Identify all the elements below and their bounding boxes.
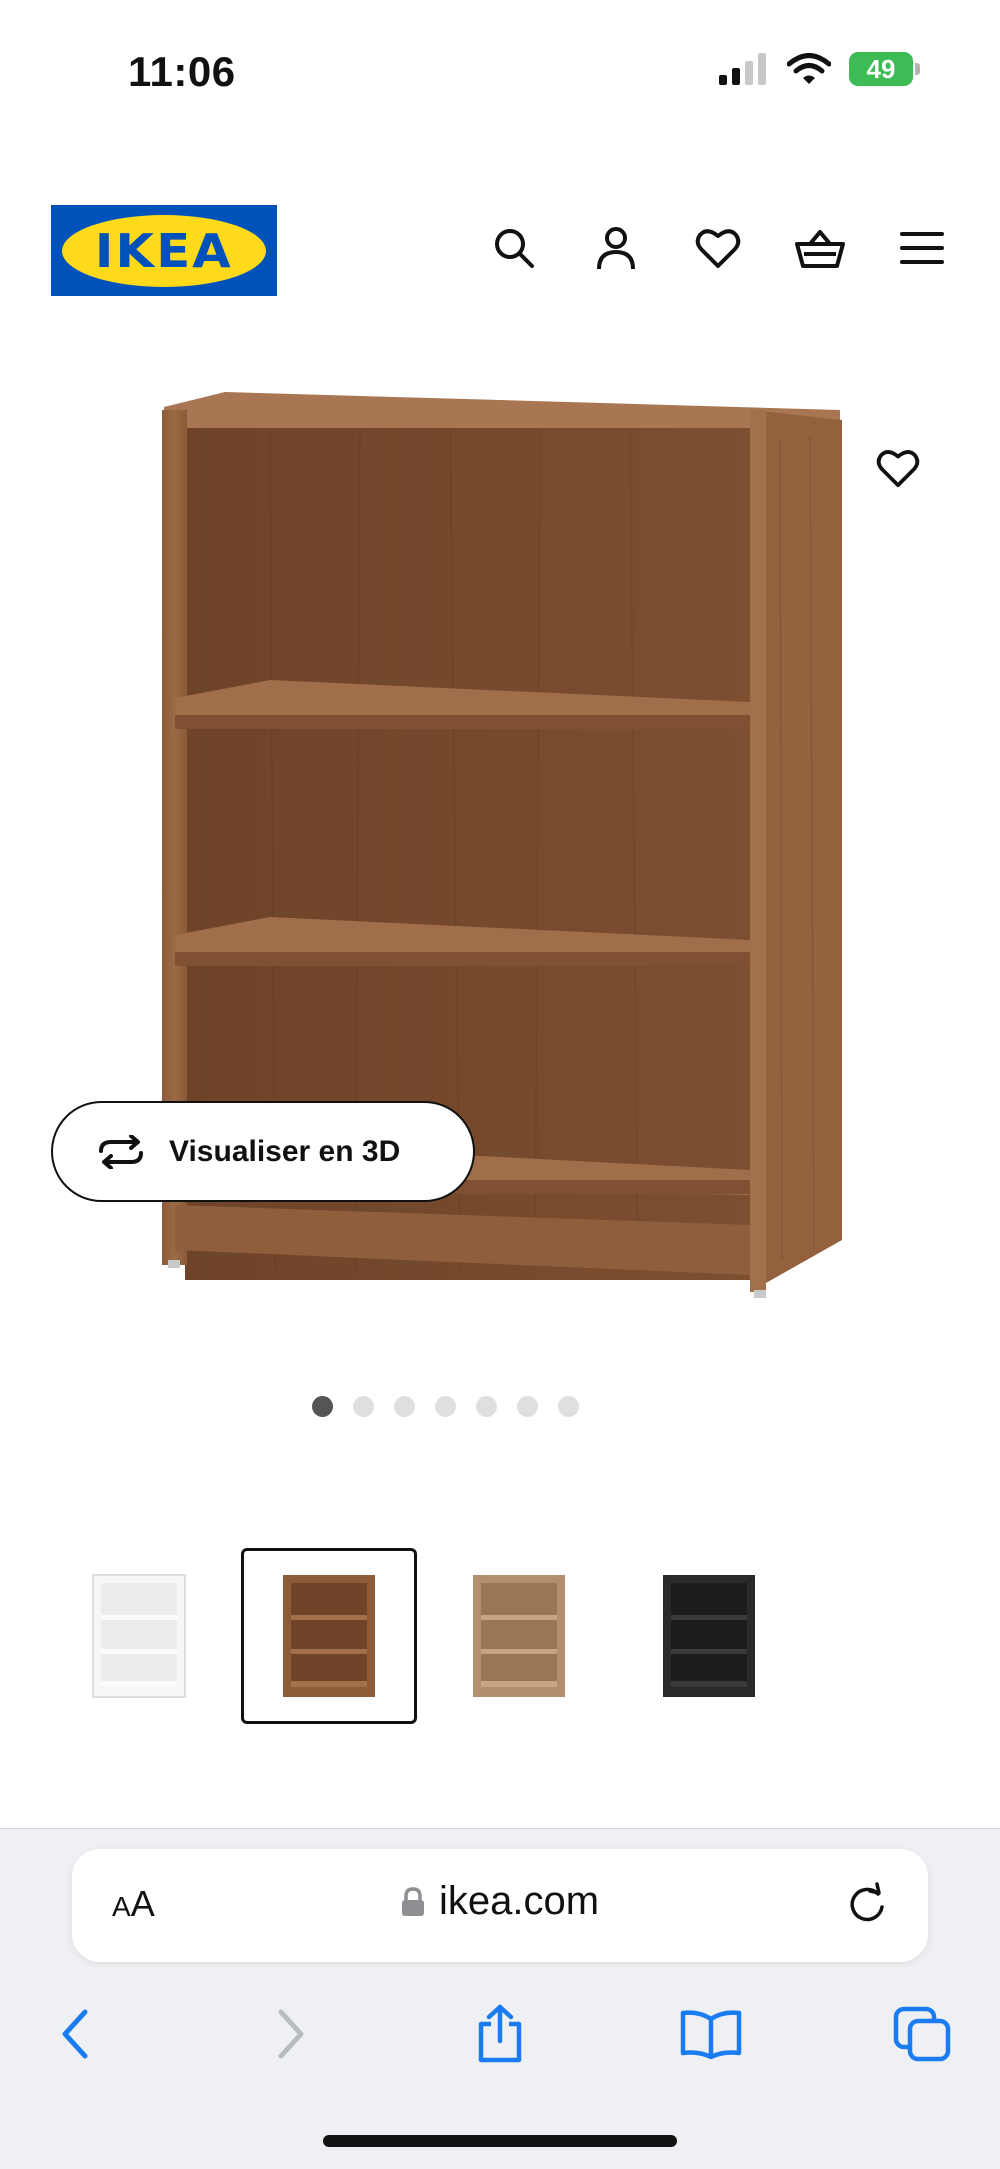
search-button[interactable] <box>488 222 540 274</box>
reload-button[interactable] <box>844 1881 892 1929</box>
bookcase-oak-thumbnail <box>473 1575 565 1697</box>
browser-chrome: AA ikea.com <box>0 1828 1000 2169</box>
account-icon <box>597 227 635 270</box>
back-button[interactable] <box>40 1999 110 2069</box>
menu-icon <box>900 232 944 264</box>
share-icon <box>478 2004 522 2063</box>
variant-brown-walnut[interactable] <box>241 1548 417 1724</box>
header-nav <box>488 222 948 274</box>
favourites-button[interactable] <box>692 222 744 274</box>
carousel-dot[interactable] <box>352 1396 374 1417</box>
address-bar[interactable]: AA ikea.com <box>72 1849 928 1962</box>
book-icon <box>680 2010 742 2059</box>
carousel-dot[interactable] <box>516 1396 538 1417</box>
bookcase-brown-thumbnail <box>283 1575 375 1697</box>
search-icon <box>495 229 534 268</box>
chevron-right-icon <box>278 2009 304 2059</box>
product-image[interactable] <box>150 380 850 1350</box>
bookcase-black-thumbnail <box>663 1575 755 1697</box>
bookmarks-button[interactable] <box>676 1999 746 2069</box>
account-button[interactable] <box>590 222 642 274</box>
heart-icon <box>876 450 920 488</box>
status-bar: 11:06 49 <box>0 0 1000 140</box>
variant-black-brown[interactable] <box>621 1548 797 1724</box>
wifi-icon <box>787 53 831 84</box>
heart-icon <box>695 229 741 268</box>
add-to-favourites-button[interactable] <box>870 440 926 496</box>
carousel-dot[interactable] <box>557 1396 579 1417</box>
visualise-3d-label: Visualiser en 3D <box>169 1134 401 1168</box>
battery-indicator: 49 <box>849 52 920 86</box>
basket-button[interactable] <box>794 222 846 274</box>
chevron-left-icon <box>62 2009 88 2059</box>
battery-tip <box>915 63 920 75</box>
bookcase-white-thumbnail <box>92 1574 186 1698</box>
image-carousel-dots <box>0 1396 1000 1417</box>
tabs-icon <box>893 2006 951 2062</box>
reload-icon <box>850 1882 884 1922</box>
carousel-dot[interactable] <box>311 1396 333 1417</box>
site-header: IKEA <box>0 200 1000 300</box>
tabs-button[interactable] <box>888 1999 958 2069</box>
menu-button[interactable] <box>896 222 948 274</box>
status-time: 11:06 <box>128 48 236 95</box>
basket-icon <box>795 230 845 268</box>
rotate-3d-icon <box>99 1134 143 1169</box>
visualise-3d-button[interactable]: Visualiser en 3D <box>51 1101 475 1202</box>
home-indicator <box>323 2135 677 2147</box>
forward-button[interactable] <box>256 1999 326 2069</box>
logo-text: IKEA <box>94 223 234 278</box>
browser-toolbar <box>0 1999 1000 2079</box>
carousel-dot[interactable] <box>434 1396 456 1417</box>
url-display[interactable]: ikea.com <box>72 1879 928 1924</box>
share-button[interactable] <box>465 1999 535 2069</box>
battery-level: 49 <box>849 52 913 86</box>
url-text: ikea.com <box>438 1879 600 1923</box>
carousel-dot[interactable] <box>475 1396 497 1417</box>
variant-oak[interactable] <box>431 1548 607 1724</box>
variant-white[interactable] <box>51 1548 227 1724</box>
logo-oval: IKEA <box>62 214 266 287</box>
ikea-logo[interactable]: IKEA <box>51 205 277 296</box>
lock-icon <box>401 1886 424 1916</box>
carousel-dot[interactable] <box>393 1396 415 1417</box>
signal-icon <box>719 53 766 85</box>
color-variants <box>51 1548 797 1724</box>
status-icons: 49 <box>719 52 920 86</box>
